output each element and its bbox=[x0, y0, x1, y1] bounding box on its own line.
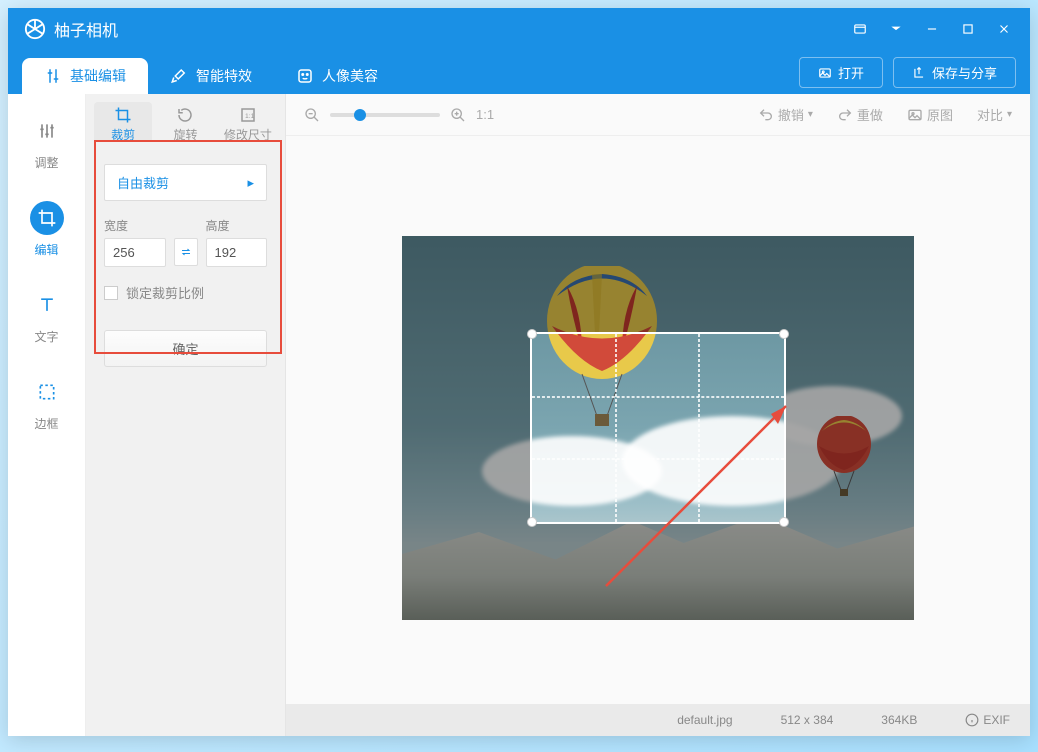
crop-mode-label: 自由裁剪 bbox=[117, 173, 169, 192]
sidenav-label: 边框 bbox=[34, 415, 58, 432]
panel-tab-rotate[interactable]: 旋转 bbox=[156, 102, 214, 142]
panel-tab-crop[interactable]: 裁剪 bbox=[94, 102, 152, 142]
info-icon bbox=[965, 713, 979, 727]
crop-mode-dropdown[interactable]: 自由裁剪 ▸ bbox=[104, 164, 267, 201]
lock-ratio-checkbox[interactable] bbox=[104, 286, 118, 300]
panel-tab-resize[interactable]: 1:1 修改尺寸 bbox=[219, 102, 277, 142]
crop-panel-body: 自由裁剪 ▸ 宽度 高度 bbox=[94, 150, 277, 381]
zoom-in-button[interactable] bbox=[450, 107, 466, 123]
tab-label: 智能特效 bbox=[196, 66, 252, 86]
feedback-icon[interactable] bbox=[842, 15, 878, 43]
maximize-button[interactable] bbox=[950, 15, 986, 43]
ptab-label: 修改尺寸 bbox=[224, 128, 272, 142]
compare-button[interactable]: 对比 ▾ bbox=[977, 105, 1012, 124]
titlebar: 柚子相机 bbox=[8, 8, 1030, 50]
zoom-out-button[interactable] bbox=[304, 107, 320, 123]
filename-label: default.jpg bbox=[677, 713, 732, 727]
menu-icon[interactable] bbox=[878, 15, 914, 43]
open-button[interactable]: 打开 bbox=[799, 57, 883, 88]
resize-icon: 1:1 bbox=[239, 106, 257, 124]
height-label: 高度 bbox=[206, 217, 268, 234]
filesize-label: 364KB bbox=[881, 713, 917, 727]
sidenav-label: 文字 bbox=[34, 328, 58, 345]
open-label: 打开 bbox=[838, 63, 864, 82]
width-label: 宽度 bbox=[104, 217, 166, 234]
sidenav-label: 调整 bbox=[34, 154, 58, 171]
undo-label: 撤销 bbox=[778, 105, 804, 124]
text-icon bbox=[30, 288, 64, 322]
zoom-ratio-button[interactable]: 1:1 bbox=[476, 107, 494, 122]
redo-button[interactable]: 重做 bbox=[837, 105, 883, 124]
tab-smart-effects[interactable]: 智能特效 bbox=[148, 58, 274, 94]
crop-handle-ne[interactable] bbox=[779, 329, 789, 339]
sidenav-text[interactable]: 文字 bbox=[30, 288, 64, 345]
redo-label: 重做 bbox=[857, 105, 883, 124]
minimize-button[interactable] bbox=[914, 15, 950, 43]
panel-tabs: 裁剪 旋转 1:1 修改尺寸 bbox=[86, 94, 285, 142]
swap-dimensions-button[interactable] bbox=[174, 238, 198, 266]
chevron-down-icon: ▾ bbox=[1007, 109, 1012, 120]
save-label: 保存与分享 bbox=[932, 63, 997, 82]
sidenav-frame[interactable]: 边框 bbox=[30, 375, 64, 432]
tab-basic-edit[interactable]: 基础编辑 bbox=[22, 58, 148, 94]
undo-icon bbox=[758, 107, 774, 123]
main-toolbar: 基础编辑 智能特效 人像美容 打开 保存与分享 bbox=[8, 50, 1030, 94]
tab-label: 基础编辑 bbox=[70, 66, 126, 86]
image-preview[interactable] bbox=[402, 236, 914, 620]
sidenav-adjust[interactable]: 调整 bbox=[30, 114, 64, 171]
app-logo-icon bbox=[24, 18, 46, 40]
ptab-label: 旋转 bbox=[173, 128, 197, 142]
status-bar: default.jpg 512 x 384 364KB EXIF bbox=[286, 704, 1030, 736]
original-button[interactable]: 原图 bbox=[907, 105, 953, 124]
ptab-label: 裁剪 bbox=[111, 128, 135, 142]
frame-icon bbox=[30, 375, 64, 409]
rotate-icon bbox=[176, 106, 194, 124]
image-icon bbox=[907, 107, 923, 123]
zoom-slider[interactable] bbox=[330, 113, 440, 117]
height-input[interactable] bbox=[206, 238, 268, 267]
magic-icon bbox=[170, 67, 188, 85]
crop-icon bbox=[30, 201, 64, 235]
swap-icon bbox=[180, 246, 192, 258]
app-title: 柚子相机 bbox=[54, 17, 118, 41]
close-button[interactable] bbox=[986, 15, 1022, 43]
sidenav-label: 编辑 bbox=[34, 241, 58, 258]
crop-handle-se[interactable] bbox=[779, 517, 789, 527]
original-label: 原图 bbox=[927, 105, 953, 124]
crop-handle-sw[interactable] bbox=[527, 517, 537, 527]
canvas-viewport bbox=[286, 136, 1030, 704]
edit-panel: 裁剪 旋转 1:1 修改尺寸 自由裁剪 ▸ 宽度 bbox=[86, 94, 286, 736]
crop-icon bbox=[114, 106, 132, 124]
canvas-area: 1:1 撤销 ▾ 重做 原图 对比 ▾ bbox=[286, 94, 1030, 736]
tools-icon bbox=[44, 67, 62, 85]
app-window: 柚子相机 基础编辑 智能特效 人像美容 打开 保存与分享 bbox=[8, 8, 1030, 736]
sliders-icon bbox=[30, 114, 64, 148]
export-icon bbox=[912, 66, 926, 80]
dimensions-label: 512 x 384 bbox=[781, 713, 834, 727]
compare-label: 对比 bbox=[977, 105, 1003, 124]
image-icon bbox=[818, 66, 832, 80]
face-icon bbox=[296, 67, 314, 85]
redo-icon bbox=[837, 107, 853, 123]
svg-text:1:1: 1:1 bbox=[245, 113, 255, 120]
tab-label: 人像美容 bbox=[322, 66, 378, 86]
chevron-right-icon: ▸ bbox=[247, 175, 254, 191]
side-navigation: 调整 编辑 文字 边框 bbox=[8, 94, 86, 736]
chevron-down-icon: ▾ bbox=[808, 109, 813, 120]
sidenav-edit[interactable]: 编辑 bbox=[30, 201, 64, 258]
exif-label: EXIF bbox=[983, 713, 1010, 727]
crop-handle-nw[interactable] bbox=[527, 329, 537, 339]
exif-button[interactable]: EXIF bbox=[965, 713, 1010, 727]
tab-portrait-beauty[interactable]: 人像美容 bbox=[274, 58, 400, 94]
main-area: 调整 编辑 文字 边框 裁剪 bbox=[8, 94, 1030, 736]
save-share-button[interactable]: 保存与分享 bbox=[893, 57, 1016, 88]
crop-box[interactable] bbox=[530, 332, 786, 524]
width-input[interactable] bbox=[104, 238, 166, 267]
undo-button[interactable]: 撤销 ▾ bbox=[758, 105, 813, 124]
canvas-toolbar: 1:1 撤销 ▾ 重做 原图 对比 ▾ bbox=[286, 94, 1030, 136]
lock-ratio-label: 锁定裁剪比例 bbox=[126, 283, 204, 302]
confirm-button[interactable]: 确定 bbox=[104, 330, 267, 367]
